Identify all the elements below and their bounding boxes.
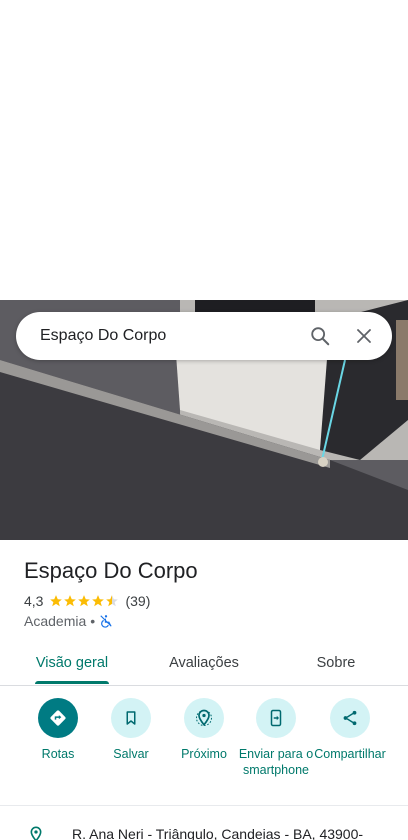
search-bar[interactable]: Espaço Do Corpo: [16, 312, 392, 360]
close-icon: [357, 329, 371, 343]
save-button-circle[interactable]: [111, 698, 151, 738]
category-row: Academia •: [24, 613, 113, 629]
tab-about[interactable]: Sobre: [286, 642, 386, 684]
star-rating: [49, 594, 119, 608]
star-full-icon: [64, 595, 77, 607]
search-query-text[interactable]: Espaço Do Corpo: [40, 327, 298, 345]
star-full-icon: [92, 595, 105, 607]
place-title: Espaço Do Corpo: [24, 558, 198, 583]
search-icon: [311, 327, 330, 346]
share-button-circle[interactable]: [330, 698, 370, 738]
not-wheelchair-accessible-icon: [100, 615, 112, 628]
close-button[interactable]: [342, 314, 386, 358]
directions-button-circle[interactable]: [38, 698, 78, 738]
directions-label: Rotas: [41, 747, 75, 761]
share-icon: [343, 710, 357, 726]
send-to-phone-button-circle[interactable]: [256, 698, 296, 738]
share-button[interactable]: Compartilhar: [312, 698, 388, 762]
active-tab-indicator: [35, 681, 109, 684]
section-divider: [0, 805, 408, 806]
send-to-phone-button[interactable]: Enviar para o smartphone: [238, 698, 314, 778]
star-half-icon: [106, 595, 119, 607]
search-button[interactable]: [298, 314, 342, 358]
send-to-phone-label: Enviar para o smartphone: [238, 747, 314, 777]
location-pin-icon: [30, 826, 42, 840]
map-area-blank: [0, 0, 408, 300]
nearby-button-circle[interactable]: [184, 698, 224, 738]
address-row[interactable]: R. Ana Neri - Triângulo, Candeias - BA, …: [28, 826, 363, 840]
action-buttons: Rotas Salvar Próximo Enviar para o smart…: [0, 698, 408, 798]
send-to-phone-icon: [270, 709, 282, 727]
save-button[interactable]: Salvar: [93, 698, 169, 762]
separator-dot: •: [90, 613, 96, 629]
bookmark-icon: [126, 711, 136, 725]
tab-reviews[interactable]: Avaliações: [154, 642, 254, 684]
star-full-icon: [50, 595, 63, 607]
star-full-icon: [78, 595, 91, 607]
share-label: Compartilhar: [314, 747, 386, 761]
tab-overview[interactable]: Visão geral: [22, 642, 122, 684]
save-label: Salvar: [113, 747, 149, 761]
review-count: (39): [125, 593, 151, 609]
directions-icon: [50, 710, 66, 726]
nearby-label: Próximo: [181, 747, 227, 761]
place-category: Academia: [24, 613, 87, 629]
maps-place-page: Espaço Do Corpo Espaço Do Corpo 4,3 (39)…: [0, 0, 408, 840]
rating-value: 4,3: [24, 593, 44, 609]
address-text: R. Ana Neri - Triângulo, Candeias - BA, …: [72, 826, 364, 840]
place-tabs: Visão geral Avaliações Sobre: [0, 642, 408, 686]
rating-row[interactable]: 4,3 (39): [24, 593, 150, 609]
directions-button[interactable]: Rotas: [20, 698, 96, 762]
nearby-icon: [196, 709, 212, 726]
nearby-button[interactable]: Próximo: [166, 698, 242, 762]
